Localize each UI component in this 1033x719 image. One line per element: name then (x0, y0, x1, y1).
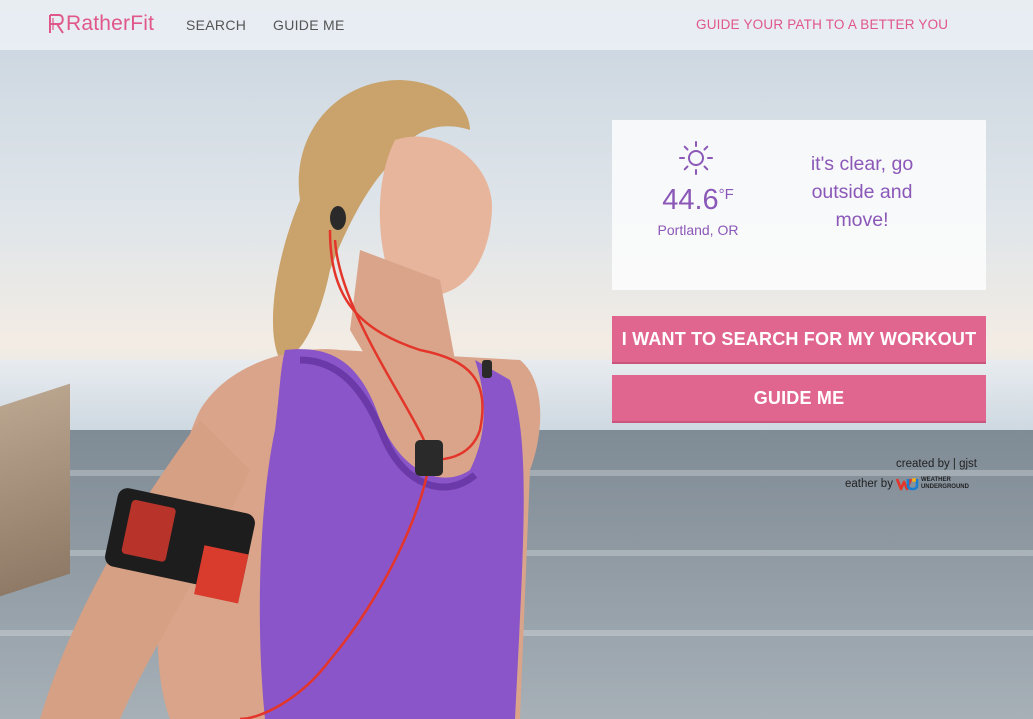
wu-line2: UNDERGROUND (920, 484, 969, 490)
created-by-credit[interactable]: created by | gjst (896, 458, 977, 470)
weather-message: it's clear, go outside and move! (810, 153, 914, 231)
tagline: GUIDE YOUR PATH TO A BETTER YOU (696, 17, 949, 32)
nav-guide-me-link[interactable]: GUIDE ME (273, 17, 345, 33)
temperature-readout: 44.6°F (648, 184, 748, 217)
search-workout-button[interactable]: I WANT TO SEARCH FOR MY WORKOUT (612, 316, 986, 364)
ratherfit-logo[interactable]: RatherFit (48, 12, 154, 36)
weather-panel: 44.6°F Portland, OR it's clear, go outsi… (612, 120, 986, 290)
wu-line1: WEATHER (920, 477, 951, 483)
runner-woman-image (40, 80, 541, 719)
top-navbar: RatherFit SEARCH GUIDE ME GUIDE YOUR PAT… (0, 0, 1033, 50)
temperature-unit: °F (718, 186, 734, 203)
weather-underground-logo[interactable]: WEATHER UNDERGROUND (895, 476, 969, 492)
temperature-value: 44.6 (662, 184, 719, 216)
weather-location: Portland, OR (657, 222, 739, 238)
nav-search-link[interactable]: SEARCH (186, 17, 246, 33)
guide-me-button[interactable]: GUIDE ME (612, 375, 986, 423)
sun-icon (679, 141, 713, 175)
weather-by-label: eather by (845, 478, 893, 490)
weather-underground-icon (895, 478, 919, 491)
logo-text: RatherFit (66, 12, 155, 35)
weather-credit[interactable]: eather by WEATHER UNDERGROUND (845, 476, 969, 492)
